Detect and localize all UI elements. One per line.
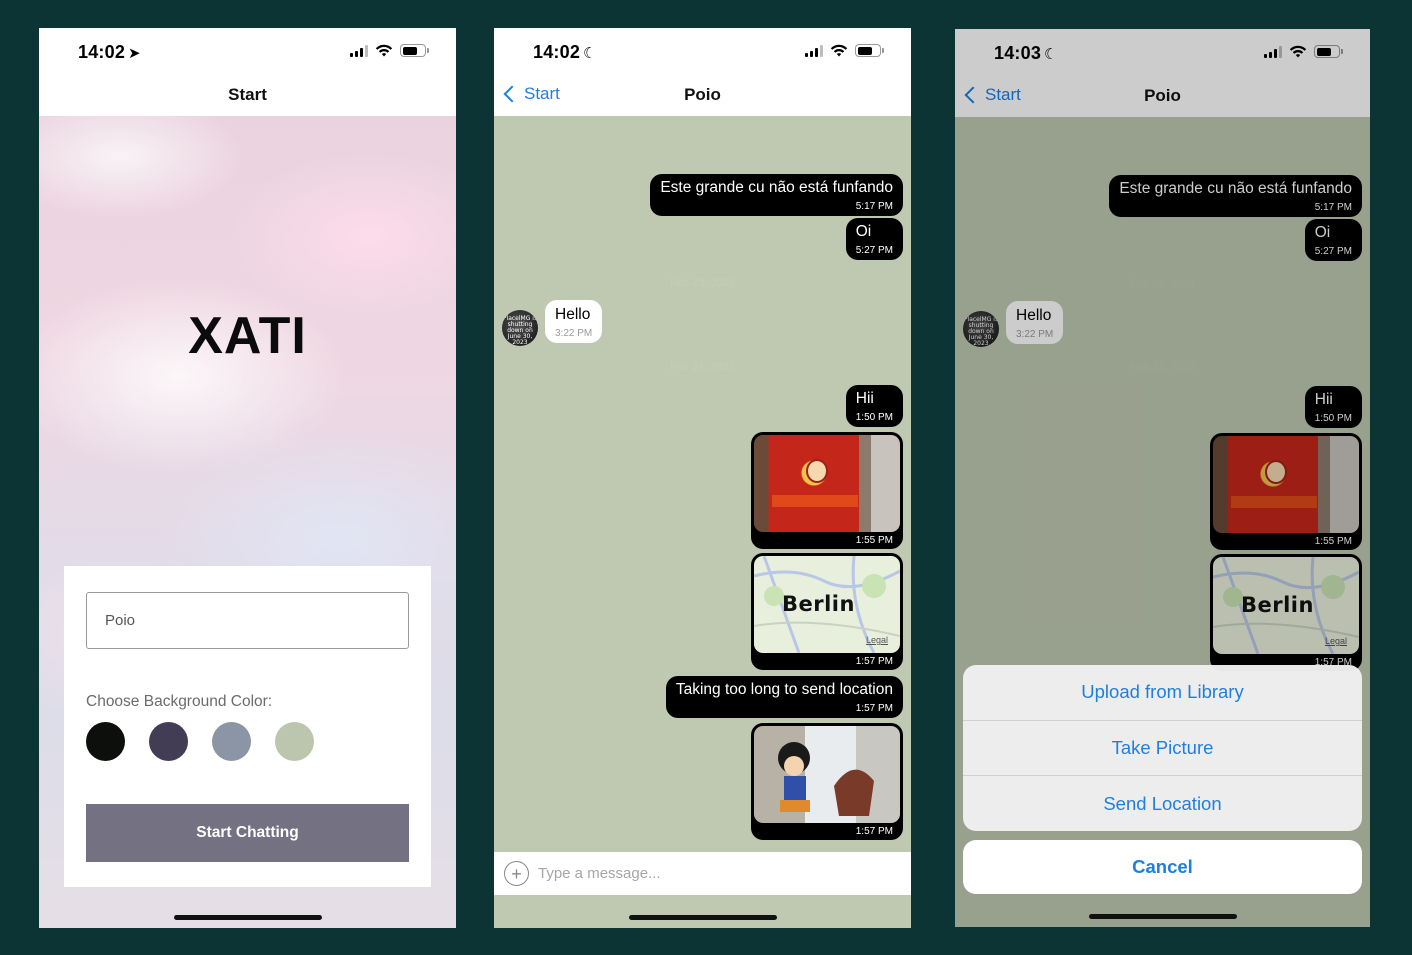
message-time: 3:22 PM: [555, 328, 593, 339]
moon-icon: ☾: [583, 45, 597, 62]
message-bubble-outgoing: Oi 5:27 PM: [845, 218, 903, 260]
color-swatch-sage[interactable]: [275, 722, 314, 761]
wifi-icon: [375, 44, 393, 57]
status-time: 14:02: [533, 42, 581, 62]
upload-from-library-button[interactable]: Upload from Library: [963, 665, 1362, 721]
color-label: Choose Background Color:: [86, 693, 273, 710]
app-title: XATI: [188, 307, 307, 365]
message-text: Oi: [855, 223, 872, 240]
battery-icon: [855, 44, 884, 57]
message-time: 1:57 PM: [855, 703, 893, 714]
wifi-icon: [830, 44, 848, 57]
image-message[interactable]: 1:55 PM: [751, 432, 903, 549]
status-time: 14:02: [78, 42, 126, 62]
home-indicator: [1088, 914, 1237, 919]
battery-icon: [400, 44, 429, 57]
message-input[interactable]: [538, 860, 888, 886]
color-swatches: [86, 722, 314, 761]
message-time: 5:17 PM: [855, 201, 893, 212]
location-message[interactable]: Berlin Legal 1:57 PM: [751, 553, 903, 670]
message-bubble-outgoing: Este grande cu não está funfando 5:17 PM: [650, 174, 903, 216]
home-indicator: [173, 915, 322, 920]
home-indicator: [628, 915, 777, 920]
cellular-signal-icon: [805, 44, 823, 57]
message-time: 1:57 PM: [855, 656, 893, 667]
page-title: Start: [228, 85, 267, 104]
map-city-label: Berlin: [782, 592, 855, 616]
name-input[interactable]: [86, 592, 409, 649]
message-bubble-incoming: Hello 3:22 PM: [545, 300, 603, 343]
compose-bar: +: [494, 852, 911, 895]
date-separator: Feb 24, 2023: [670, 361, 735, 373]
setup-card: Choose Background Color: Start Chatting: [64, 566, 431, 887]
message-bubble-outgoing: Taking too long to send location 1:57 PM: [665, 676, 903, 718]
date-separator: Feb 23, 2023: [670, 277, 735, 289]
chat-screen: 14:02 ☾ Start Poio Este grande cu não est…: [494, 28, 911, 928]
message-text: Hii: [855, 390, 874, 407]
message-text: Taking too long to send location: [675, 681, 893, 698]
message-text: Hello: [555, 306, 591, 323]
page-title: Poio: [684, 85, 721, 104]
start-screen: 14:02➤ Start XATI Choose Background Colo…: [39, 28, 456, 928]
take-picture-button[interactable]: Take Picture: [963, 721, 1362, 776]
location-arrow-icon: ➤: [128, 45, 141, 62]
color-swatch-purple[interactable]: [149, 722, 188, 761]
image-message[interactable]: 1:57 PM: [751, 723, 903, 840]
nav-bar: Start Poio: [494, 78, 911, 116]
start-chatting-button[interactable]: Start Chatting: [86, 804, 409, 862]
photo-jar-image: [754, 435, 900, 532]
photo-figurine-image: [754, 726, 900, 823]
color-swatch-black[interactable]: [86, 722, 125, 761]
map-image: Berlin Legal: [754, 556, 900, 653]
message-text: Este grande cu não está funfando: [660, 179, 893, 196]
message-time: 1:55 PM: [855, 535, 893, 546]
avatar: PlacelMG is shutting down on June 30, 20…: [502, 310, 538, 346]
cancel-button[interactable]: Cancel: [963, 840, 1362, 894]
message-time: 1:57 PM: [855, 826, 893, 837]
status-bar: 14:02 ➤: [39, 28, 456, 78]
status-bar: 14:02 ☾: [494, 28, 911, 78]
chat-screen-action-sheet: 14:03 ☾ Start Poio Este grande cu não est…: [955, 29, 1370, 927]
message-time: 1:50 PM: [855, 412, 893, 423]
message-time: 5:27 PM: [855, 245, 893, 256]
map-legal-link[interactable]: Legal: [866, 635, 888, 645]
message-list[interactable]: Este grande cu não está funfando 5:17 PM…: [494, 116, 911, 852]
action-sheet: Upload from Library Take Picture Send Lo…: [963, 665, 1362, 831]
plus-icon[interactable]: +: [504, 861, 529, 886]
nav-bar: Start: [39, 78, 456, 116]
color-swatch-gray-blue[interactable]: [212, 722, 251, 761]
send-location-button[interactable]: Send Location: [963, 776, 1362, 831]
cellular-signal-icon: [350, 44, 368, 57]
message-bubble-outgoing: Hii 1:50 PM: [845, 385, 903, 427]
